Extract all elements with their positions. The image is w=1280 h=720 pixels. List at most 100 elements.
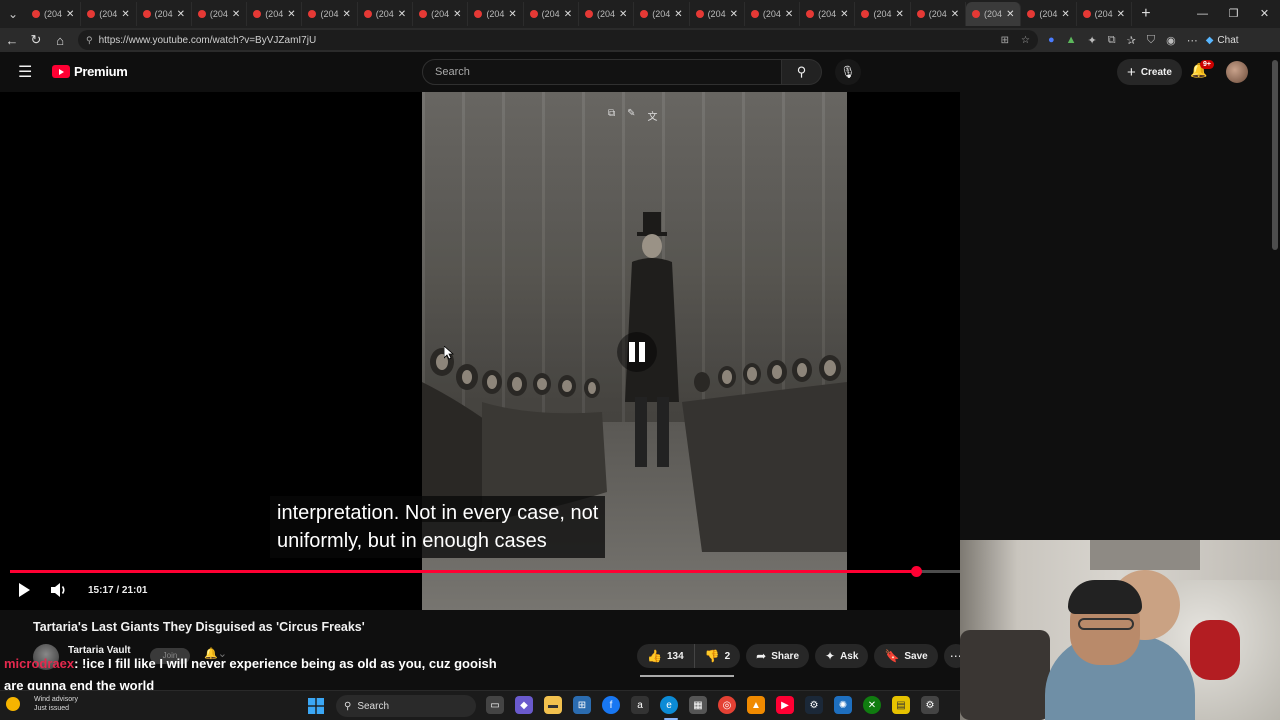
browser-tab[interactable]: (204 ✕ (413, 2, 469, 26)
browser-tab[interactable]: (204 ✕ (911, 2, 967, 26)
progress-scrubber-handle[interactable] (910, 566, 922, 577)
channel-name[interactable]: Tartaria Vault (68, 645, 131, 656)
video-player[interactable]: ⧉ ✎ 文 interpretation. Not in every case,… (0, 92, 960, 610)
amazon-icon[interactable]: a (631, 696, 649, 714)
restore-icon[interactable]: ❐ (1218, 0, 1249, 28)
browser-tab[interactable]: (204 ✕ (579, 2, 635, 26)
taskbar-search[interactable]: ⚲ Search (336, 695, 476, 717)
steam-icon[interactable]: ⚙ (805, 696, 823, 714)
copilot-chat-button[interactable]: ◆ Chat (1206, 35, 1239, 46)
search-input[interactable]: Search (422, 59, 782, 85)
account-avatar[interactable] (1226, 61, 1248, 83)
weather-warning-icon[interactable] (6, 697, 20, 711)
tab-close-icon[interactable]: ✕ (840, 9, 848, 20)
dislike-button[interactable]: 👎 2 (693, 644, 741, 668)
play-button-icon[interactable] (16, 582, 32, 598)
like-button[interactable]: 👍 134 (637, 644, 694, 668)
browser-tab[interactable]: (204 ✕ (358, 2, 414, 26)
tab-close-icon[interactable]: ✕ (674, 9, 682, 20)
profile-icon[interactable]: ◉ (1166, 34, 1176, 47)
browser-tab[interactable]: (204 ✕ (690, 2, 745, 26)
search-button[interactable]: ⚲ (782, 59, 822, 85)
tab-close-icon[interactable]: ✕ (287, 9, 295, 20)
browser-tab[interactable]: (204 ✕ (137, 2, 192, 26)
browser-tab[interactable]: (204 ✕ (468, 2, 524, 26)
app-available-icon[interactable]: ⊞ (1001, 35, 1009, 46)
edge-browser-icon[interactable]: e (660, 696, 678, 714)
youtube-logo[interactable]: Premium (52, 64, 128, 79)
tab-close-icon[interactable]: ✕ (508, 9, 516, 20)
tab-close-icon[interactable]: ✕ (1061, 9, 1069, 20)
notes-icon[interactable]: ✎ (627, 108, 635, 123)
voice-search-button[interactable]: 🎙 (835, 59, 861, 85)
picture-in-picture-icon[interactable]: ⧉ (608, 108, 615, 123)
xbox-icon[interactable]: ✕ (863, 696, 881, 714)
tab-close-icon[interactable]: ✕ (564, 9, 572, 20)
extension-icon-2[interactable]: ▲ (1066, 34, 1077, 46)
browser-tab[interactable]: (204 ✕ (524, 2, 579, 26)
browser-tab[interactable]: (204 ✕ (192, 2, 248, 26)
calculator-icon[interactable]: ▦ (689, 696, 707, 714)
browser-tab[interactable]: (204 ✕ (1077, 2, 1132, 26)
tab-close-icon[interactable]: ✕ (785, 9, 793, 20)
tab-actions-menu-icon[interactable]: ⌄ (0, 0, 26, 28)
tab-close-icon[interactable]: ✕ (951, 9, 959, 20)
save-button[interactable]: 🔖 Save (874, 644, 938, 668)
extensions-puzzle-icon[interactable]: ✦ (1088, 34, 1097, 47)
tab-close-icon[interactable]: ✕ (730, 9, 738, 20)
windows-start-icon[interactable] (308, 698, 324, 714)
browser-tab[interactable]: (204 ✕ (966, 2, 1022, 26)
browser-tab[interactable]: (204 ✕ (26, 2, 82, 26)
tab-close-icon[interactable]: ✕ (343, 9, 351, 20)
vlc-icon[interactable]: ▲ (747, 696, 765, 714)
translate-icon[interactable]: 文 (648, 108, 658, 123)
tab-close-icon[interactable]: ✕ (1006, 9, 1014, 20)
new-tab-button[interactable]: + (1132, 5, 1160, 23)
browser-tab[interactable]: (204 ✕ (745, 2, 801, 26)
pause-indicator-icon[interactable] (617, 332, 657, 372)
sticky-notes-icon[interactable]: ▤ (892, 696, 910, 714)
file-explorer-icon[interactable]: ▬ (544, 696, 562, 714)
weather-widget[interactable]: Wind advisory Just issued (34, 695, 78, 713)
minimize-icon[interactable]: — (1187, 0, 1218, 28)
tab-close-icon[interactable]: ✕ (398, 9, 406, 20)
browser-tab[interactable]: (204 ✕ (855, 2, 911, 26)
chrome-icon[interactable]: ◎ (718, 696, 736, 714)
tab-close-icon[interactable]: ✕ (66, 9, 74, 20)
youtube-app-icon[interactable]: ▶ (776, 696, 794, 714)
more-options-icon[interactable]: ⋯ (1187, 34, 1198, 47)
split-screen-icon[interactable]: ⧉ (1108, 34, 1116, 47)
page-scrollbar-thumb[interactable] (1272, 60, 1278, 250)
favorites-icon[interactable]: ✰ (1127, 34, 1136, 47)
browser-essentials-icon[interactable]: ⛉ (1147, 34, 1155, 47)
browser-tab[interactable]: (204 ✕ (302, 2, 358, 26)
microsoft-store-icon[interactable]: ⊞ (573, 696, 591, 714)
tab-close-icon[interactable]: ✕ (177, 9, 185, 20)
ask-button[interactable]: ✦ Ask (815, 644, 869, 668)
extension-icon-1[interactable]: ● (1048, 34, 1055, 46)
address-bar[interactable]: ⚲ https://www.youtube.com/watch?v=ByVJZa… (78, 30, 1038, 50)
favorite-star-icon[interactable]: ☆ (1021, 35, 1030, 46)
back-icon[interactable]: ← (0, 33, 24, 48)
guide-menu-icon[interactable]: ☰ (18, 62, 36, 82)
facebook-icon[interactable]: f (602, 696, 620, 714)
tab-close-icon[interactable]: ✕ (232, 9, 240, 20)
reload-icon[interactable]: ↻ (24, 32, 48, 48)
volume-icon[interactable] (50, 582, 68, 598)
share-button[interactable]: ➦ Share (746, 644, 810, 668)
task-view-icon[interactable]: ▭ (486, 696, 504, 714)
close-window-icon[interactable]: ✕ (1249, 0, 1280, 28)
app-icon-blue[interactable]: ✺ (834, 696, 852, 714)
tab-close-icon[interactable]: ✕ (453, 9, 461, 20)
browser-tab[interactable]: (204 ✕ (1021, 2, 1077, 26)
browser-tab[interactable]: (204 ✕ (634, 2, 690, 26)
tab-close-icon[interactable]: ✕ (121, 9, 129, 20)
site-info-icon[interactable]: ⚲ (86, 35, 93, 46)
copilot-app-icon[interactable]: ◆ (515, 696, 533, 714)
tab-close-icon[interactable]: ✕ (895, 9, 903, 20)
browser-tab[interactable]: (204 ✕ (247, 2, 303, 26)
browser-tab[interactable]: (204 ✕ (81, 2, 137, 26)
tab-close-icon[interactable]: ✕ (619, 9, 627, 20)
browser-tab[interactable]: (204 ✕ (800, 2, 856, 26)
create-button[interactable]: + Create (1117, 59, 1182, 85)
